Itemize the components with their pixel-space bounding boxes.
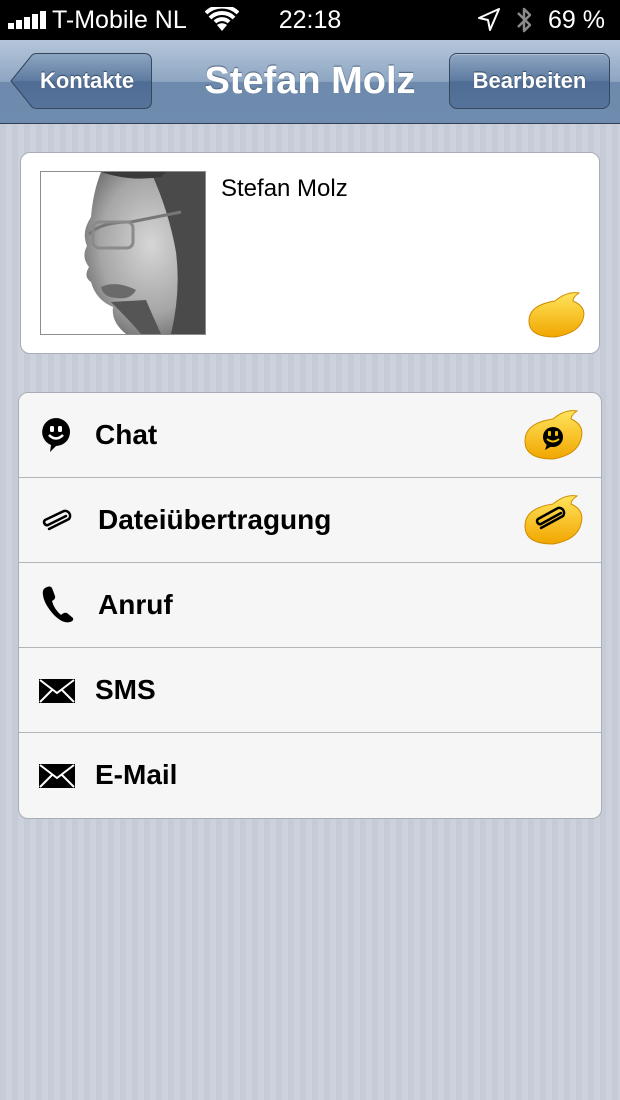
- contact-name: Stefan Molz: [221, 175, 348, 202]
- yellow-chat-bubble-smiley-icon[interactable]: [521, 407, 585, 463]
- action-label: Anruf: [98, 589, 173, 620]
- yellow-chat-bubble-icon[interactable]: [525, 289, 587, 341]
- bluetooth-icon: [517, 7, 532, 33]
- action-row-chat[interactable]: Chat: [19, 393, 601, 478]
- location-arrow-icon: [478, 8, 500, 31]
- envelope-icon: [39, 679, 75, 703]
- yellow-chat-bubble-paperclip-icon[interactable]: [521, 492, 585, 548]
- phone-icon: [42, 586, 74, 623]
- chat-smiley-icon: [42, 418, 70, 452]
- action-row-file-transfer[interactable]: Dateiübertragung: [19, 478, 601, 563]
- action-label: SMS: [95, 674, 156, 705]
- action-label: Chat: [95, 419, 158, 450]
- battery-percentage: 69 %: [548, 6, 605, 34]
- contact-photo-image: [41, 172, 205, 334]
- action-label: Dateiübertragung: [98, 504, 332, 535]
- contact-card: Stefan Molz: [20, 152, 600, 354]
- paperclip-icon: [42, 509, 72, 531]
- action-list: Chat Dateiübertragung Anruf SMS E-Mail: [18, 392, 602, 819]
- contact-photo[interactable]: [40, 171, 206, 335]
- action-label: E-Mail: [95, 759, 178, 790]
- envelope-icon: [39, 764, 75, 788]
- action-row-call[interactable]: Anruf: [19, 563, 601, 648]
- navigation-bar: Kontakte Stefan Molz Bearbeiten: [0, 40, 620, 124]
- status-bar: T-Mobile NL 22:18 69 %: [0, 0, 620, 40]
- action-row-sms[interactable]: SMS: [19, 648, 601, 733]
- action-row-email[interactable]: E-Mail: [19, 733, 601, 818]
- edit-button[interactable]: Bearbeiten: [449, 53, 610, 109]
